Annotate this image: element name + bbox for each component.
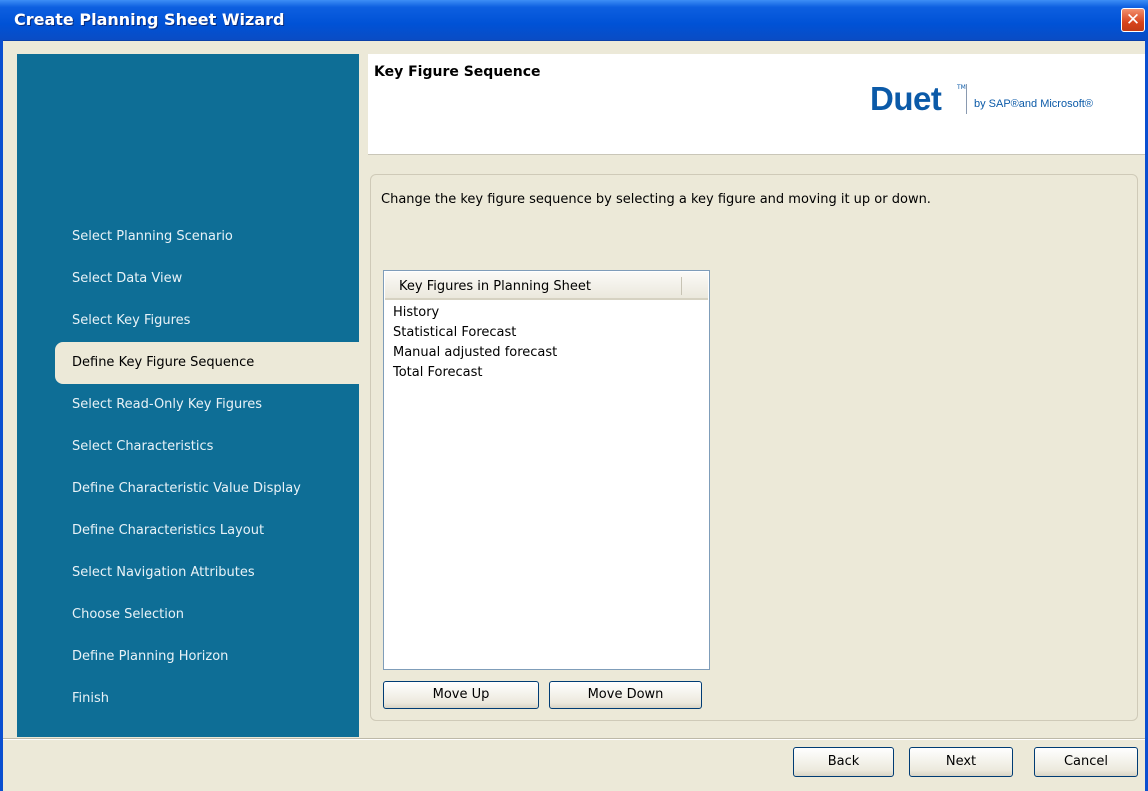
step-define-characteristic-value-display[interactable]: Define Characteristic Value Display xyxy=(17,468,359,510)
move-down-button[interactable]: Move Down xyxy=(549,681,702,709)
cancel-button[interactable]: Cancel xyxy=(1034,747,1138,777)
logo-trademark: TM xyxy=(957,84,966,91)
window-frame-left xyxy=(0,40,3,791)
list-item[interactable]: Manual adjusted forecast xyxy=(393,343,557,363)
list-item[interactable]: Statistical Forecast xyxy=(393,323,557,343)
step-select-data-view[interactable]: Select Data View xyxy=(17,258,359,300)
title-bar[interactable]: Create Planning Sheet Wizard ✕ xyxy=(0,0,1148,41)
step-finish[interactable]: Finish xyxy=(17,678,359,720)
wizard-steps-sidebar: Select Planning Scenario Select Data Vie… xyxy=(17,54,359,737)
key-figures-listview[interactable]: Key Figures in Planning Sheet History St… xyxy=(383,270,710,670)
step-define-characteristics-layout[interactable]: Define Characteristics Layout xyxy=(17,510,359,552)
close-button[interactable]: ✕ xyxy=(1121,8,1145,32)
step-select-read-only-key-figures[interactable]: Select Read-Only Key Figures xyxy=(17,384,359,426)
footer-divider-highlight xyxy=(3,739,1145,740)
column-separator[interactable] xyxy=(681,277,682,295)
step-select-characteristics[interactable]: Select Characteristics xyxy=(17,426,359,468)
instruction-text: Change the key figure sequence by select… xyxy=(381,192,931,207)
page-title: Key Figure Sequence xyxy=(374,64,541,80)
close-icon: ✕ xyxy=(1125,10,1141,30)
step-select-navigation-attributes[interactable]: Select Navigation Attributes xyxy=(17,552,359,594)
step-define-key-figure-sequence[interactable]: Define Key Figure Sequence xyxy=(55,342,359,384)
column-header-label: Key Figures in Planning Sheet xyxy=(399,279,591,294)
step-define-planning-horizon[interactable]: Define Planning Horizon xyxy=(17,636,359,678)
logo-wordmark: Duet xyxy=(870,80,942,117)
window-title: Create Planning Sheet Wizard xyxy=(14,10,285,29)
key-figures-list: History Statistical Forecast Manual adju… xyxy=(393,303,557,383)
list-item[interactable]: Total Forecast xyxy=(393,363,557,383)
step-select-planning-scenario[interactable]: Select Planning Scenario xyxy=(17,216,359,258)
step-select-key-figures[interactable]: Select Key Figures xyxy=(17,300,359,342)
list-item[interactable]: History xyxy=(393,303,557,323)
step-choose-selection[interactable]: Choose Selection xyxy=(17,594,359,636)
list-column-header[interactable]: Key Figures in Planning Sheet xyxy=(385,272,708,300)
logo-separator xyxy=(966,84,967,114)
logo-tagline: by SAP®and Microsoft® xyxy=(974,98,1093,110)
wizard-window: Create Planning Sheet Wizard ✕ Select Pl… xyxy=(0,0,1148,791)
page-header: Key Figure Sequence Duet TM by SAP®and M… xyxy=(368,54,1145,155)
next-button[interactable]: Next xyxy=(909,747,1013,777)
move-up-button[interactable]: Move Up xyxy=(383,681,539,709)
back-button[interactable]: Back xyxy=(793,747,894,777)
